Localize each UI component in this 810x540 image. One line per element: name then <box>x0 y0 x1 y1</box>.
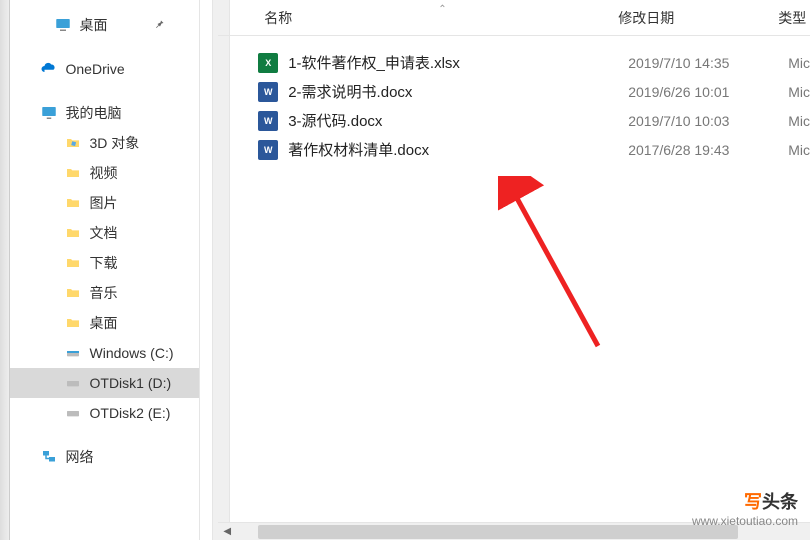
sidebar-item-drive-d[interactable]: OTDisk1 (D:) <box>10 368 200 398</box>
sidebar-item-pictures[interactable]: 图片 <box>10 188 200 218</box>
sidebar-item-downloads[interactable]: 下载 <box>10 248 200 278</box>
sidebar-item-desktop[interactable]: 桌面 <box>10 308 200 338</box>
sidebar-item-label: Windows (C:) <box>90 345 174 361</box>
file-type: Mic <box>788 113 810 129</box>
sidebar-item-music[interactable]: 音乐 <box>10 278 200 308</box>
column-header-row: 名称 ⌃ 修改日期 类型 <box>218 0 810 36</box>
computer-icon <box>40 104 58 122</box>
pin-icon <box>153 17 165 33</box>
file-row[interactable]: W 2-需求说明书.docx 2019/6/26 10:01 Mic <box>258 77 810 106</box>
drive-icon <box>64 404 82 422</box>
sidebar-item-label: OTDisk2 (E:) <box>90 405 171 421</box>
onedrive-icon <box>40 60 58 78</box>
word-file-icon: W <box>258 111 278 131</box>
sidebar-item-label: OTDisk1 (D:) <box>90 375 172 391</box>
column-header-type[interactable]: 类型 <box>778 8 810 28</box>
file-date: 2019/6/26 10:01 <box>628 84 788 100</box>
sidebar-item-drive-e[interactable]: OTDisk2 (E:) <box>10 398 200 428</box>
sidebar-item-label: 桌面 <box>80 15 108 35</box>
sidebar-item-label: 音乐 <box>90 283 118 303</box>
folder-icon <box>64 314 82 332</box>
navigation-sidebar: 桌面 OneDrive 我的电脑 3D 对象 视频 <box>10 0 201 540</box>
sidebar-item-videos[interactable]: 视频 <box>10 158 200 188</box>
watermark: 写头条 www.xietoutiao.com <box>692 488 798 528</box>
scroll-left-icon[interactable]: ◀ <box>218 523 236 540</box>
sidebar-item-label: 网络 <box>66 447 94 467</box>
file-list: X 1-软件著作权_申请表.xlsx 2019/7/10 14:35 Mic W… <box>218 36 810 522</box>
file-date: 2019/7/10 10:03 <box>628 113 788 129</box>
sidebar-item-label: 桌面 <box>90 313 118 333</box>
sidebar-item-label: 视频 <box>90 163 118 183</box>
file-date: 2017/6/28 19:43 <box>628 142 788 158</box>
file-name: 2-需求说明书.docx <box>288 81 628 102</box>
sidebar-item-label: 下载 <box>90 253 118 273</box>
drive-icon <box>64 374 82 392</box>
file-name: 1-软件著作权_申请表.xlsx <box>288 52 628 73</box>
network-icon <box>40 448 58 466</box>
folder-icon <box>64 134 82 152</box>
file-type: Mic <box>788 55 810 71</box>
folder-icon <box>64 254 82 272</box>
file-type: Mic <box>788 142 810 158</box>
file-row[interactable]: X 1-软件著作权_申请表.xlsx 2019/7/10 14:35 Mic <box>258 48 810 77</box>
watermark-url: www.xietoutiao.com <box>692 514 798 528</box>
folder-icon <box>64 224 82 242</box>
folder-icon <box>64 284 82 302</box>
excel-file-icon: X <box>258 53 278 73</box>
sidebar-item-label: OneDrive <box>66 61 125 77</box>
file-name: 著作权材料清单.docx <box>288 139 628 160</box>
file-row[interactable]: W 3-源代码.docx 2019/7/10 10:03 Mic <box>258 106 810 135</box>
sidebar-item-label: 文档 <box>90 223 118 243</box>
word-file-icon: W <box>258 140 278 160</box>
annotation-arrow-icon <box>498 176 618 356</box>
sidebar-item-drive-c[interactable]: Windows (C:) <box>10 338 200 368</box>
sidebar-item-network[interactable]: 网络 <box>10 442 200 472</box>
file-date: 2019/7/10 14:35 <box>628 55 788 71</box>
sidebar-item-onedrive[interactable]: OneDrive <box>10 54 200 84</box>
file-row[interactable]: W 著作权材料清单.docx 2017/6/28 19:43 Mic <box>258 135 810 164</box>
folder-icon <box>64 194 82 212</box>
word-file-icon: W <box>258 82 278 102</box>
folder-icon <box>64 164 82 182</box>
sidebar-item-documents[interactable]: 文档 <box>10 218 200 248</box>
sidebar-item-3dobjects[interactable]: 3D 对象 <box>10 128 200 158</box>
file-list-pane: 名称 ⌃ 修改日期 类型 X 1-软件著作权_申请表.xlsx 2019/7/1… <box>218 0 810 540</box>
desktop-icon <box>54 16 72 34</box>
file-type: Mic <box>788 84 810 100</box>
sidebar-item-label: 我的电脑 <box>66 103 122 123</box>
file-name: 3-源代码.docx <box>288 110 628 131</box>
sidebar-item-desktop-pinned[interactable]: 桌面 <box>10 10 200 40</box>
window-left-edge <box>0 0 10 540</box>
column-header-date[interactable]: 修改日期 <box>618 8 778 28</box>
sidebar-item-label: 3D 对象 <box>90 133 140 153</box>
scrollbar-thumb[interactable] <box>258 525 738 539</box>
sort-indicator-icon: ⌃ <box>438 4 446 15</box>
sidebar-item-thispc[interactable]: 我的电脑 <box>10 98 200 128</box>
sidebar-item-label: 图片 <box>90 193 118 213</box>
drive-icon <box>64 344 82 362</box>
